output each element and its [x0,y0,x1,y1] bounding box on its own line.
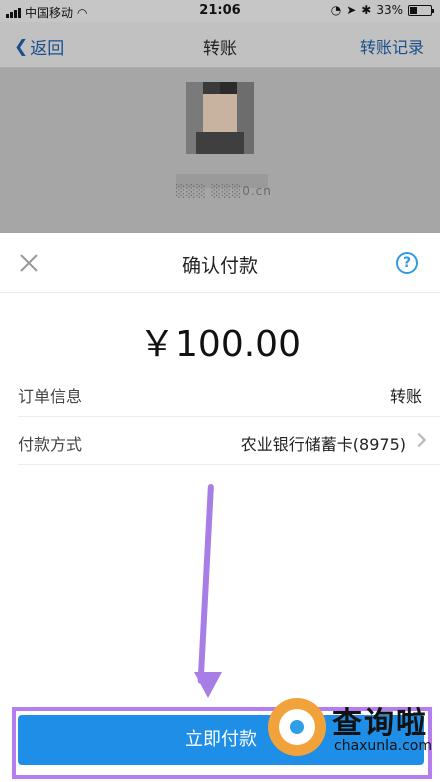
status-right: ◔ ➤ ✱ 33% [330,3,434,17]
chevron-right-icon [411,432,427,448]
order-info-value: 转账 [389,387,422,406]
annotation-arrow-head [194,672,222,698]
status-bar: 中国移动 ◠ 21:06 ◔ ➤ ✱ 33% [0,0,440,22]
payment-method-row[interactable]: 付款方式 农业银行储蓄卡(8975) [18,417,440,465]
account-partial: ░░░ ░░░0.cn [176,184,272,198]
watermark: 查询啦 chaxunla.com [262,680,440,782]
watermark-title: 查询啦 [332,706,428,741]
payment-amount: ￥100.00 [139,324,301,365]
order-info-row: 订单信息 转账 [18,369,440,417]
avatar [186,82,254,154]
nav-bar: ❮ 返回 转账 转账记录 [0,22,440,68]
sheet-title: 确认付款 [181,255,258,277]
watermark-logo-icon [268,698,326,756]
battery-percent: 33% [376,3,403,17]
help-icon[interactable]: ? [396,252,418,274]
watermark-subtitle: chaxunla.com [334,738,432,754]
sheet-header: 确认付款 ? [0,233,440,293]
battery-icon [408,4,434,16]
background-content: ░░░ ░░░0.cn [0,68,440,233]
bluetooth-icon: ✱ [361,3,372,17]
payment-method-label: 付款方式 [18,435,83,454]
location-icon: ➤ [346,3,357,17]
payment-method-value: 农业银行储蓄卡(8975) [240,435,406,454]
order-info-label: 订单信息 [18,387,83,406]
transfer-records-link[interactable]: 转账记录 [360,34,424,58]
orientation-lock-icon: ◔ [330,3,342,17]
battery-fill [410,6,417,14]
